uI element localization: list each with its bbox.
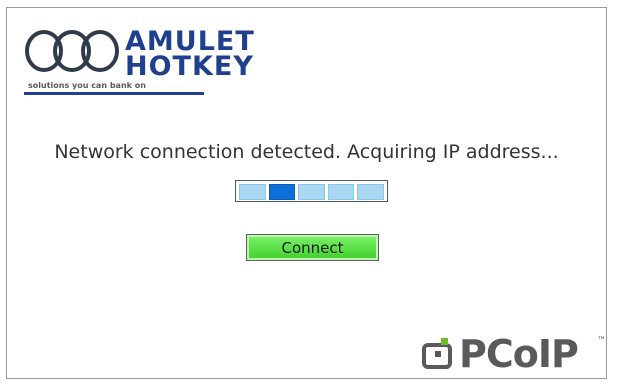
progress-segment	[268, 184, 296, 200]
progress-indicator	[235, 180, 388, 202]
brand-tagline: solutions you can bank on	[28, 81, 146, 90]
status-message: Network connection detected. Acquiring I…	[54, 141, 559, 163]
progress-segment	[298, 184, 325, 200]
rings-logo-icon	[25, 30, 119, 72]
progress-segment	[357, 184, 384, 200]
pcoip-logo: PCoIP ™	[421, 334, 606, 374]
progress-segment	[327, 184, 355, 200]
connect-button[interactable]: Connect	[246, 234, 379, 261]
dialog-window: AMULET HOTKEY solutions you can bank on …	[6, 7, 607, 379]
progress-segment	[239, 184, 266, 200]
trademark-symbol: ™	[597, 336, 606, 346]
pcoip-wordmark: PCoIP	[459, 332, 579, 376]
pcoip-monitor-icon	[422, 338, 452, 369]
brand-name-line2: HOTKEY	[125, 51, 254, 82]
amulet-hotkey-logo: AMULET HOTKEY solutions you can bank on	[24, 24, 284, 104]
tagline-underline	[24, 92, 204, 95]
